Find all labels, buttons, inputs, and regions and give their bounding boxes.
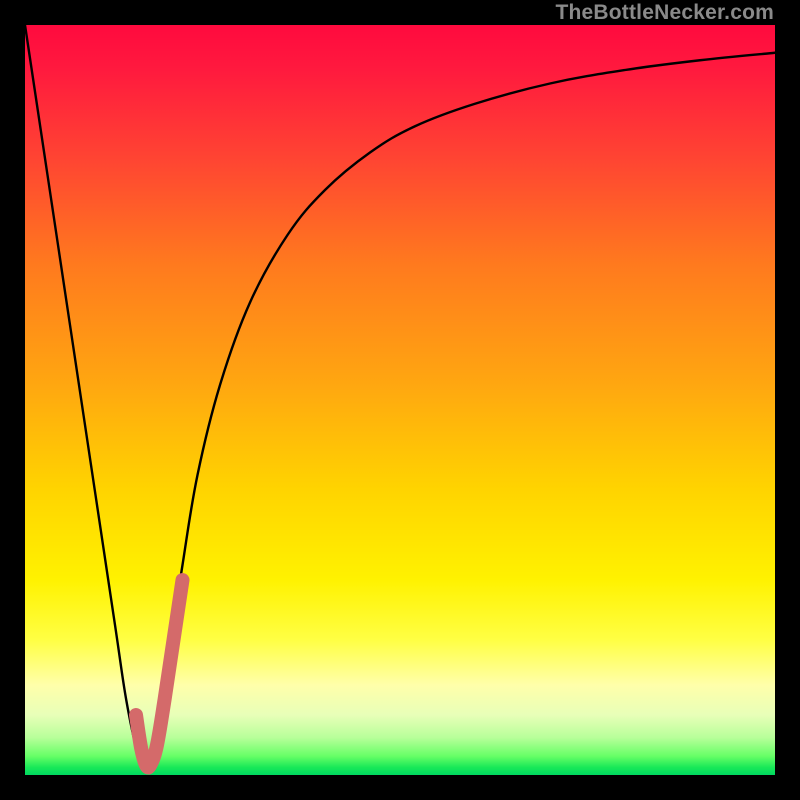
- curve-layer: [25, 25, 775, 775]
- chart-frame: TheBottleNecker.com: [0, 0, 800, 800]
- bottleneck-curve: [25, 25, 775, 768]
- plot-area: [25, 25, 775, 775]
- watermark-text: TheBottleNecker.com: [555, 0, 774, 25]
- highlight-j-annotation: [136, 580, 183, 767]
